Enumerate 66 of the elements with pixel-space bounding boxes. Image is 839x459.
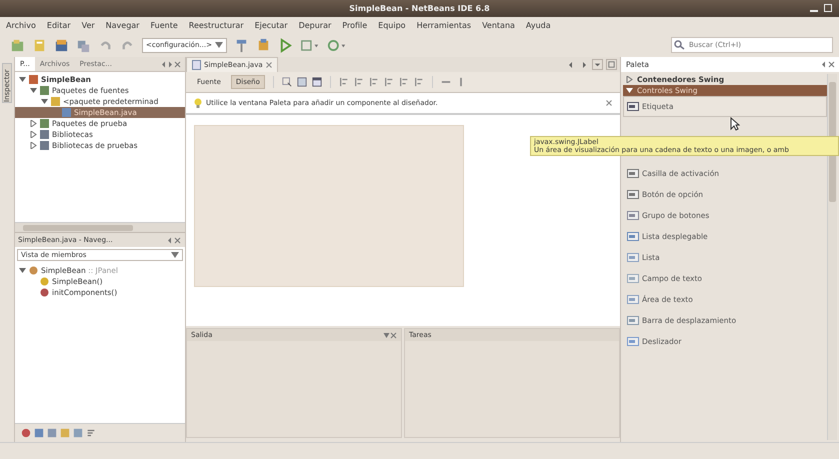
panel-controls-icon[interactable] [821,61,835,68]
menu-item[interactable]: Profile [342,20,368,30]
component-icon [627,253,639,262]
node-icon [29,266,38,275]
menu-item[interactable]: Archivo [6,20,36,30]
node-icon [51,97,60,106]
node-icon [40,277,49,286]
expand-toggle-icon[interactable] [30,131,37,138]
dropdown-arrow-icon [171,252,179,258]
component-icon [627,232,639,241]
component-icon [627,274,639,283]
node-icon [40,141,49,150]
component-icon [627,190,639,199]
document-list-icon[interactable] [592,59,603,70]
menu-item[interactable]: Editar [46,20,71,30]
expand-toggle-icon[interactable] [30,87,37,94]
file-icon [192,60,201,70]
node-icon [40,86,49,95]
expand-toggle-icon[interactable] [30,142,37,149]
selection-mode-icon[interactable] [282,77,292,87]
align-icon[interactable] [338,77,349,87]
mouse-cursor-icon [730,117,740,131]
align-icon[interactable] [414,77,424,87]
menu-item[interactable]: Fuente [150,20,178,30]
vertical-scrollbar[interactable] [827,74,837,440]
panel-controls-icon[interactable] [167,236,181,244]
node-icon [29,75,38,84]
menu-item[interactable]: Ventana [482,20,515,30]
component-icon [627,316,639,325]
close-icon[interactable] [606,100,612,106]
menu-item[interactable]: Ver [82,20,95,30]
expand-toggle-icon[interactable] [41,98,48,105]
node-icon [40,119,49,128]
menu-item[interactable]: Depurar [298,20,332,30]
menu-item[interactable]: Reestructurar [188,20,244,30]
component-icon [627,102,639,111]
menu-item[interactable]: Ejecutar [254,20,288,30]
close-icon[interactable] [266,62,272,68]
align-icon[interactable] [354,77,364,87]
expand-toggle-icon[interactable] [30,120,37,127]
maximize-icon[interactable] [606,59,617,70]
dropdown-arrow-icon [214,42,223,48]
component-icon [627,211,639,220]
menu-item[interactable]: Equipo [378,20,406,30]
panel-controls-icon[interactable] [161,60,181,68]
panel-controls-icon[interactable] [383,332,397,338]
menu-item[interactable]: Ayuda [526,20,551,30]
align-icon[interactable] [398,77,409,87]
expand-toggle-icon[interactable] [19,76,26,83]
menu-item[interactable]: Herramientas [416,20,472,30]
component-icon [627,337,639,346]
node-icon [40,288,49,297]
lightbulb-icon [194,98,202,108]
component-icon [627,169,639,178]
node-icon [40,130,49,139]
align-icon[interactable] [368,77,379,87]
horizontal-scrollbar[interactable] [15,222,185,232]
window-title: SimpleBean - NetBeans IDE 6.8 [349,4,490,13]
new-file-icon[interactable] [32,38,47,52]
align-icon[interactable] [384,77,394,87]
sort-icon[interactable] [86,428,96,438]
search-icon [674,40,686,50]
menu-item[interactable]: Navegar [106,20,140,30]
expand-toggle-icon[interactable] [19,267,26,274]
node-icon [62,108,71,117]
component-icon [627,295,639,304]
